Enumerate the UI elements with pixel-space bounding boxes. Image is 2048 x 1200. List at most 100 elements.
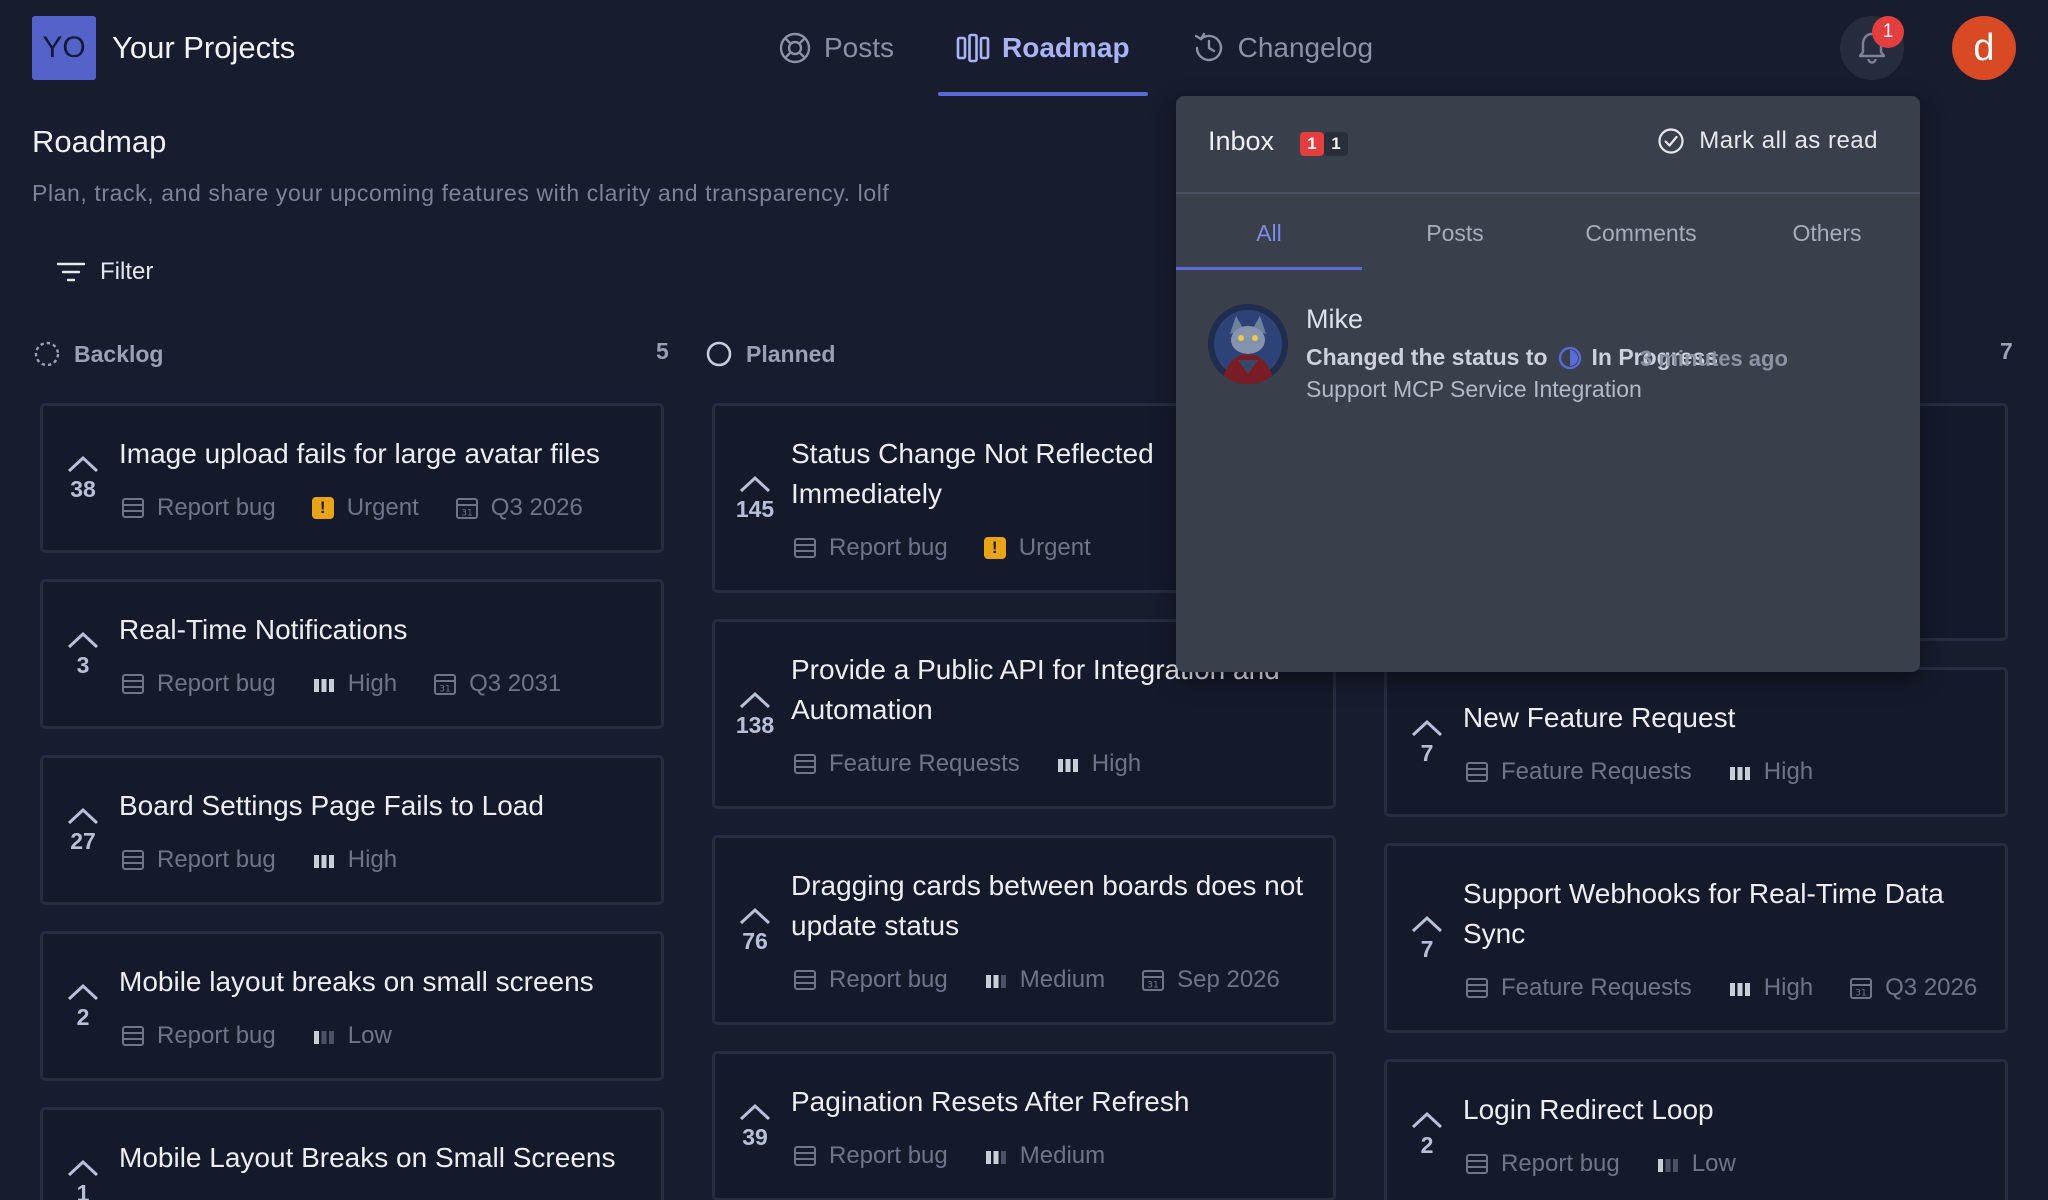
- vote-count: 76: [742, 928, 768, 954]
- roadmap-card[interactable]: 3 Real-Time Notifications Report bug Hig…: [40, 579, 664, 729]
- board-name: Feature Requests: [829, 750, 1020, 777]
- upvote-button[interactable]: 38: [63, 454, 103, 503]
- priority-tag: ! Urgent: [983, 534, 1091, 562]
- roadmap-card[interactable]: 1 Mobile Layout Breaks on Small Screens: [40, 1107, 664, 1200]
- priority-label: High: [1763, 758, 1814, 785]
- chevron-up-icon: [67, 983, 99, 1001]
- roadmap-card[interactable]: 7 New Feature Request Feature Requests H…: [1384, 667, 2008, 817]
- tab-posts[interactable]: Posts: [1362, 196, 1548, 270]
- column-count-backlog: 5: [656, 338, 669, 364]
- vote-count: 3: [76, 652, 90, 678]
- priority-high-icon: [313, 679, 334, 692]
- board-icon: [122, 1026, 144, 1046]
- tab-all[interactable]: All: [1176, 196, 1362, 270]
- priority-tag: Medium: [984, 966, 1105, 994]
- board-icon: [794, 970, 816, 990]
- chevron-up-icon: [67, 807, 99, 825]
- upvote-button[interactable]: 2: [1407, 1110, 1447, 1159]
- card-title: New Feature Request: [1463, 702, 1736, 733]
- calendar-icon: 31: [1850, 978, 1873, 999]
- inbox-header: Inbox 1 1 Mark all as read: [1176, 96, 1920, 194]
- column-header-backlog: Backlog: [34, 338, 163, 370]
- calendar-icon: 31: [1142, 970, 1165, 991]
- column-count-in-progress: 7: [2000, 338, 2013, 364]
- filter-icon: [56, 262, 86, 282]
- filter-label: Filter: [100, 258, 154, 285]
- priority-tag: Low: [312, 1022, 392, 1050]
- user-avatar[interactable]: d: [1952, 16, 2016, 80]
- priority-label: Urgent: [346, 494, 419, 521]
- chevron-up-icon: [1411, 719, 1443, 737]
- roadmap-card[interactable]: 2 Login Redirect Loop Report bug Low: [1384, 1059, 2008, 1200]
- chevron-up-icon: [67, 455, 99, 473]
- card-title: Mobile Layout Breaks on Small Screens: [119, 1142, 616, 1173]
- mark-all-read-button[interactable]: Mark all as read: [1657, 127, 1878, 155]
- priority-high-icon: [1729, 983, 1750, 996]
- board-tag: Report bug: [1465, 1150, 1620, 1178]
- board-name: Report bug: [1501, 1150, 1620, 1177]
- priority-low-icon: [1657, 1159, 1678, 1172]
- priority-tag: High: [312, 670, 397, 698]
- board-name: Feature Requests: [1501, 974, 1692, 1001]
- notification-count-badge: 1: [1872, 16, 1904, 48]
- nav-changelog-label: Changelog: [1237, 32, 1374, 63]
- card-meta: Feature Requests High: [1465, 758, 1849, 786]
- card-meta: Report bug High 31 Q3 2031: [121, 670, 597, 698]
- urgent-icon: !: [983, 537, 1006, 559]
- actor-avatar: [1208, 304, 1288, 384]
- nav-roadmap[interactable]: Roadmap: [938, 0, 1148, 96]
- circle-icon: [706, 341, 732, 367]
- vote-count: 1: [76, 1180, 90, 1200]
- column-title: Backlog: [74, 340, 164, 367]
- card-title: Login Redirect Loop: [1463, 1094, 1714, 1125]
- upvote-button[interactable]: 138: [735, 690, 775, 739]
- nav-posts-label: Posts: [824, 32, 895, 63]
- filter-button[interactable]: Filter: [56, 258, 153, 286]
- upvote-button[interactable]: 7: [1407, 718, 1447, 767]
- upvote-button[interactable]: 27: [63, 806, 103, 855]
- card-title: Dragging cards between boards does not u…: [791, 870, 1304, 941]
- upvote-button[interactable]: 145: [735, 474, 775, 523]
- chevron-up-icon: [739, 691, 771, 709]
- card-title: Pagination Resets After Refresh: [791, 1086, 1190, 1117]
- chevron-up-icon: [1411, 1111, 1443, 1129]
- chevron-up-icon: [739, 475, 771, 493]
- inbox-counts: 1 1: [1300, 132, 1348, 156]
- upvote-button[interactable]: 7: [1407, 914, 1447, 963]
- priority-label: Low: [347, 1022, 392, 1049]
- nav-changelog[interactable]: Changelog: [1174, 0, 1391, 96]
- eta-date: Q3 2026: [1885, 974, 1978, 1001]
- roadmap-icon: [956, 33, 990, 63]
- svg-text:31: 31: [439, 685, 450, 695]
- upvote-button[interactable]: 76: [735, 906, 775, 955]
- priority-tag: High: [312, 846, 397, 874]
- vote-count: 2: [1420, 1132, 1434, 1158]
- board-name: Report bug: [829, 1142, 948, 1169]
- tab-others[interactable]: Others: [1734, 196, 1920, 270]
- board-tag: Feature Requests: [1465, 758, 1692, 786]
- roadmap-card[interactable]: 76 Dragging cards between boards does no…: [712, 835, 1336, 1025]
- tab-comments[interactable]: Comments: [1548, 196, 1734, 270]
- roadmap-card[interactable]: 2 Mobile layout breaks on small screens …: [40, 931, 664, 1081]
- card-title: Real-Time Notifications: [119, 614, 408, 645]
- chevron-up-icon: [739, 1103, 771, 1121]
- in-progress-icon: [1558, 346, 1581, 369]
- upvote-button[interactable]: 39: [735, 1102, 775, 1151]
- project-name: Your Projects: [112, 30, 296, 65]
- roadmap-card[interactable]: 39 Pagination Resets After Refresh Repor…: [712, 1051, 1336, 1200]
- upvote-button[interactable]: 3: [63, 630, 103, 679]
- chevron-up-icon: [67, 631, 99, 649]
- roadmap-card[interactable]: 38 Image upload fails for large avatar f…: [40, 403, 664, 553]
- card-meta: Report bug ! Urgent 31 Q3 2026: [121, 494, 619, 522]
- upvote-button[interactable]: 2: [63, 982, 103, 1031]
- chevron-up-icon: [739, 907, 771, 925]
- card-meta: Report bug High: [121, 846, 433, 874]
- upvote-button[interactable]: 1: [63, 1158, 103, 1200]
- date-tag: 31 Q3 2026: [1849, 974, 1977, 1002]
- nav-posts[interactable]: Posts: [760, 0, 912, 96]
- roadmap-card[interactable]: 7 Support Webhooks for Real-Time Data Sy…: [1384, 843, 2008, 1033]
- project-switcher[interactable]: YO Your Projects: [32, 16, 295, 80]
- priority-low-icon: [313, 1031, 334, 1044]
- roadmap-card[interactable]: 27 Board Settings Page Fails to Load Rep…: [40, 755, 664, 905]
- notification-item[interactable]: Mike Changed the status to In Progress 3…: [1208, 304, 1898, 404]
